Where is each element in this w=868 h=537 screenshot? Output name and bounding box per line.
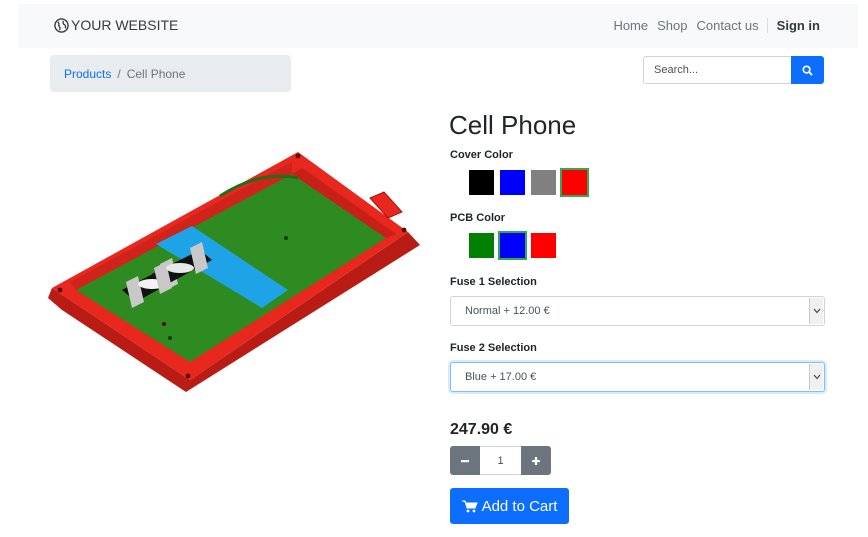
nav-link-contact[interactable]: Contact us [697, 18, 759, 33]
quantity-decrement-button[interactable] [450, 446, 480, 475]
fuse2-label: Fuse 2 Selection [450, 342, 537, 354]
fuse2-select[interactable]: Blue + 17.00 € [450, 362, 825, 392]
search-bar [643, 56, 824, 84]
cover-color-swatch-1[interactable] [500, 170, 525, 195]
breadcrumb: Products / Cell Phone [50, 55, 291, 92]
add-to-cart-button[interactable]: Add to Cart [450, 488, 569, 524]
globe-icon [54, 17, 69, 33]
signin-link[interactable]: Sign in [766, 18, 820, 33]
breadcrumb-current: Cell Phone [126, 67, 186, 81]
product-image [48, 152, 420, 392]
navbar: YOUR WEBSITE Home Shop Contact us Sign i… [18, 4, 858, 48]
pcb-color-swatch-1[interactable] [498, 231, 527, 260]
fuse1-selected-value: Normal + 12.00 € [465, 305, 550, 317]
quantity-input[interactable] [480, 446, 521, 475]
cover-color-swatch-3[interactable] [560, 168, 589, 197]
product-price: 247.90 € [450, 421, 513, 438]
quantity-stepper [450, 446, 551, 475]
cover-color-swatches [469, 168, 589, 197]
breadcrumb-products-link[interactable]: Products [64, 67, 111, 81]
quantity-increment-button[interactable] [521, 446, 551, 475]
brand-logo[interactable]: YOUR WEBSITE [54, 17, 178, 33]
search-icon [802, 64, 813, 76]
plus-icon [532, 456, 540, 465]
breadcrumb-separator: / [117, 67, 121, 81]
pcb-color-swatches [469, 231, 556, 260]
fuse1-select[interactable]: Normal + 12.00 € [450, 296, 825, 326]
nav-links: Home Shop Contact us Sign in [604, 18, 820, 33]
fuse1-label: Fuse 1 Selection [450, 276, 537, 288]
cover-color-swatch-2[interactable] [531, 170, 556, 195]
search-button[interactable] [791, 56, 824, 84]
nav-link-shop[interactable]: Shop [657, 18, 687, 33]
nav-link-home[interactable]: Home [613, 18, 648, 33]
brand-name: YOUR WEBSITE [71, 17, 179, 33]
cover-color-swatch-0[interactable] [469, 170, 494, 195]
fuse2-selected-value: Blue + 17.00 € [465, 371, 537, 383]
minus-icon [461, 459, 469, 462]
search-input[interactable] [643, 56, 791, 84]
pcb-color-swatch-0[interactable] [469, 233, 494, 258]
chevron-down-icon [809, 298, 823, 324]
product-title: Cell Phone [449, 110, 577, 140]
pcb-color-label: PCB Color [450, 212, 505, 224]
add-to-cart-label: Add to Cart [481, 497, 558, 515]
pcb-color-swatch-2[interactable] [531, 233, 556, 258]
cover-color-label: Cover Color [450, 149, 513, 161]
cart-icon [461, 500, 478, 512]
chevron-down-icon [809, 364, 823, 390]
